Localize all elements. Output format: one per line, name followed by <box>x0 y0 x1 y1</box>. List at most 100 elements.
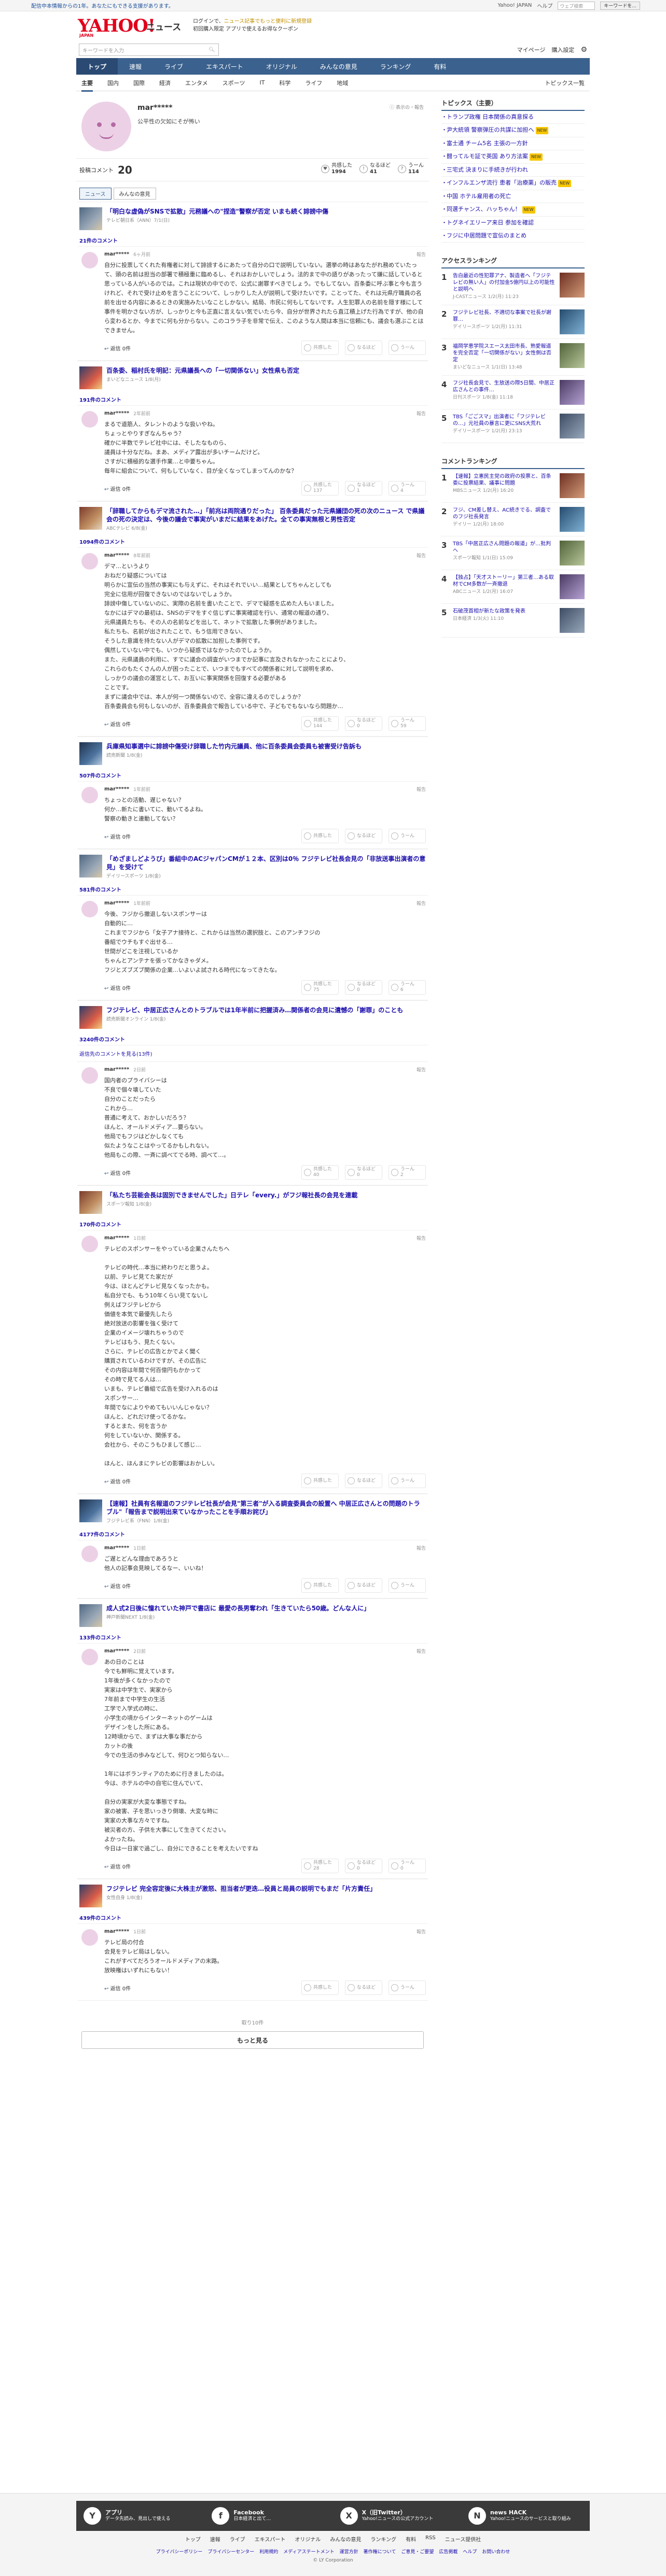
comment-count-link[interactable]: 439件のコメント <box>77 1910 428 1924</box>
nattoku-button[interactable]: なるほど 0 <box>345 1165 382 1180</box>
empathy-button[interactable]: 共感した <box>301 1578 339 1593</box>
reply-button[interactable]: ↩ 返信 0件 <box>104 344 131 352</box>
article-item[interactable]: 百条委、稲村氏を明記：元県議長への「一切関係ない」女性県も否定 まいどなニュース … <box>77 361 428 392</box>
article-item[interactable]: 兵庫県知事選中に誹謗中傷受け辞職した竹内元議員、他に百条委員会委員も被害受け告訴… <box>77 737 428 768</box>
category-tab[interactable]: 国内 <box>107 79 119 87</box>
empathy-button[interactable]: 共感した 144 <box>301 716 339 731</box>
reply-button[interactable]: ↩ 返信 0件 <box>104 1582 131 1590</box>
empathy-button[interactable]: 共感した 75 <box>301 980 339 995</box>
unn-button[interactable]: うーん 59 <box>388 716 426 731</box>
topic-item[interactable]: 中国 ホテル雇用者の死亡 <box>441 190 585 203</box>
comment-count-link[interactable]: 3240件のコメント <box>77 1032 428 1045</box>
ranking-thumbnail[interactable] <box>560 273 585 298</box>
topic-text[interactable]: 富士通 チーム5名 主張の一方針 <box>447 140 528 147</box>
nattoku-button[interactable]: なるほど <box>345 829 382 843</box>
gnav-item[interactable]: エキスパート <box>195 58 255 75</box>
report-link[interactable]: 報告 <box>417 552 426 559</box>
article-item[interactable]: 「明白な虚偽がSNSで拡散」元務議への"捏造"警察が否定 いまも続く誹謗中傷 テレ… <box>77 202 428 233</box>
ranking-thumbnail[interactable] <box>560 309 585 334</box>
mypage-link[interactable]: マイページ <box>517 46 546 54</box>
footer-app[interactable]: X X（旧Twitter） Yahoo!ニュースの公式アカウント <box>340 2507 454 2525</box>
unn-button[interactable]: うーん 6 <box>388 980 426 995</box>
ranking-item[interactable]: 3 福岡学恵学院スエース太田市長、熟愛報道を完全否定「一切関係がない」女性側は否定… <box>441 339 585 376</box>
search-icon[interactable]: 🔍︎ <box>209 47 215 53</box>
article-item[interactable]: 「辞職してからもデマ流された…」「前兆は両院通りだった」 百条委員だった元県議団… <box>77 501 428 534</box>
news-logo-text[interactable]: ニュース <box>146 20 181 33</box>
unn-button[interactable]: うーん 2 <box>388 1165 426 1180</box>
news-search-input[interactable]: キーワードを入力 🔍︎ <box>79 44 219 56</box>
article-thumbnail[interactable] <box>79 207 102 230</box>
commenter-name[interactable]: mar***** <box>104 786 129 792</box>
article-thumbnail[interactable] <box>79 855 102 877</box>
gnav-item[interactable]: 有料 <box>422 58 457 75</box>
category-tab[interactable]: 主要 <box>81 79 93 92</box>
footer-app[interactable]: Y アプリ データ先読み、見出しで使える <box>84 2507 198 2525</box>
comment-count-link[interactable]: 191件のコメント <box>77 392 428 406</box>
report-link[interactable]: 報告 <box>417 1066 426 1073</box>
reply-button[interactable]: ↩ 返信 0件 <box>104 984 131 992</box>
comment-count-link[interactable]: 1094件のコメント <box>77 534 428 548</box>
nattoku-button[interactable]: なるほど <box>345 1474 382 1488</box>
reply-button[interactable]: ↩ 返信 0件 <box>104 832 131 840</box>
comment-count-link[interactable]: 21件のコメント <box>77 233 428 247</box>
article-thumbnail[interactable] <box>79 1006 102 1029</box>
report-link[interactable]: 報告 <box>417 251 426 258</box>
ranking-item[interactable]: 4 フジ社長会見で、生放送の際5日間、中居正広さんとの事件… 日刊スポーツ 1/8(… <box>441 376 585 409</box>
category-tab[interactable]: ライフ <box>305 79 322 87</box>
reply-source-link[interactable]: 返信先のコメントを見る(13件) <box>77 1045 428 1062</box>
ranking-title[interactable]: 【速報】立憲民主党の政府の投票と、百条委に投票結果、議事に問題 <box>453 474 551 486</box>
article-item[interactable]: 【速報】社員有名報道のフジテレビ社長が会見"第三者"が入る調査委員会の設置へ 中… <box>77 1494 428 1527</box>
footer-link[interactable]: メディアステートメント <box>283 2548 334 2555</box>
article-item[interactable]: 「私たち芸能会長は固別できませんでした」日テレ「every.」がフジ報社長の会見… <box>77 1185 428 1217</box>
nattoku-button[interactable]: なるほど <box>345 1980 382 1995</box>
empathy-button[interactable]: 共感した <box>301 829 339 843</box>
commenter-name[interactable]: mar***** <box>104 1235 129 1241</box>
tab-opinions[interactable]: みんなの意見 <box>113 188 156 200</box>
footer-nav-item[interactable]: トップ <box>185 2535 201 2543</box>
topic-text[interactable]: フジに中居問題で宣伝のまとめ <box>447 232 526 239</box>
gnav-item[interactable]: ランキング <box>369 58 423 75</box>
notice-text[interactable]: 配信中本情報からの1年。あなたにもできる支援があります。 <box>31 2 174 9</box>
article-title[interactable]: 兵庫県知事選中に誹謗中傷受け辞職した竹内元議員、他に百条委員会委員も被害受け告訴… <box>106 742 362 751</box>
topic-text[interactable]: インフルエンザ流行 患者「治療薬」の販売 <box>447 179 557 186</box>
nattoku-button[interactable]: なるほど <box>345 1578 382 1593</box>
footer-link[interactable]: 利用規約 <box>259 2548 278 2555</box>
report-link[interactable]: 報告 <box>417 410 426 417</box>
footer-app[interactable]: Nnews HACK Yahoo!ニュースのサービスと取り組み <box>468 2507 582 2525</box>
article-thumbnail[interactable] <box>79 742 102 765</box>
yahoo-japan-link[interactable]: Yahoo! JAPAN <box>497 3 532 8</box>
footer-app[interactable]: f Facebook 日本経済と出て… <box>212 2507 326 2525</box>
topic-item[interactable]: 三宅式 決まりに手続きが行われ <box>441 164 585 177</box>
footer-nav-item[interactable]: RSS <box>425 2535 436 2543</box>
empathy-button[interactable]: 共感した 137 <box>301 481 339 496</box>
purchase-settings-link[interactable]: 購入設定 <box>551 46 574 54</box>
unn-button[interactable]: うーん <box>388 341 426 355</box>
ranking-title[interactable]: TBS「中居正広さん問題の報道」が…批判へ <box>453 541 551 554</box>
footer-nav-item[interactable]: ニュース提供社 <box>445 2535 481 2543</box>
help-link[interactable]: ヘルプ <box>537 2 552 9</box>
ranking-item[interactable]: 1 【速報】立憲民主党の政府の投票と、百条委に投票結果、議事に問題 MBSニュース … <box>441 469 585 503</box>
nattoku-button[interactable]: なるほど 1 <box>345 481 382 496</box>
gnav-item[interactable]: みんなの意見 <box>309 58 369 75</box>
category-tab[interactable]: スポーツ <box>223 79 245 87</box>
ranking-title[interactable]: 【独占】「天才ストーリー」第三者…ある取材でCM多数が一斉撤退 <box>453 575 554 587</box>
article-thumbnail[interactable] <box>79 1191 102 1214</box>
article-item[interactable]: フジテレビ 完全容定後に大株主が激怒、担当者が更迭…役員と局員の説明でもまだ「片… <box>77 1879 428 1910</box>
ranking-item[interactable]: 5 石破茂首相が新たな政策を発表 日本経済 1/3(火) 11:10 <box>441 604 585 638</box>
ranking-item[interactable]: 1 告白最近の性犯罪アナ、製造者へ「フジテレビの無い人」の付加金5億円以上の可能性… <box>441 268 585 305</box>
article-thumbnail[interactable] <box>79 1499 102 1522</box>
tab-news[interactable]: ニュース <box>79 188 112 200</box>
gnav-item[interactable]: トップ <box>76 58 118 75</box>
ranking-title[interactable]: フジ、CM差し替え、AC続きでる、調査でのフジ社長発言 <box>453 507 551 520</box>
commenter-name[interactable]: mar***** <box>104 411 129 416</box>
commenter-name[interactable]: mar***** <box>104 1929 129 1934</box>
topic-text[interactable]: トグネイエリーア来日 参加を確認 <box>447 219 534 226</box>
topic-item[interactable]: 同選チャンス、ハッちゃん！NEW <box>441 203 585 217</box>
comment-count-link[interactable]: 133件のコメント <box>77 1630 428 1644</box>
footer-nav-item[interactable]: ランキング <box>370 2535 396 2543</box>
ranking-title[interactable]: 石破茂首相が新たな政策を発表 <box>453 608 525 614</box>
category-tab[interactable]: IT <box>259 79 265 86</box>
web-search-button[interactable]: キーワードを... <box>600 1 640 10</box>
report-link[interactable]: 報告 <box>417 1648 426 1654</box>
ranking-item[interactable]: 5 TBS「ごごスマ」出演者に「フジテレビの…」元社員の暴言に更にSNS大荒れ デイ… <box>441 409 585 443</box>
